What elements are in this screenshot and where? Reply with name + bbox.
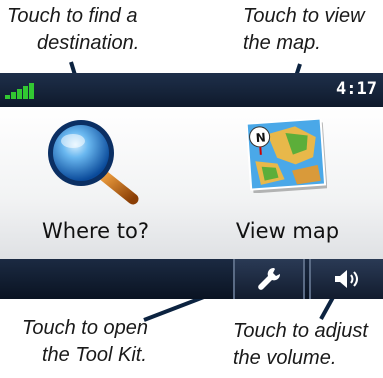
callout-tool-kit: Touch to open the Tool Kit. xyxy=(22,315,148,369)
svg-text:N: N xyxy=(255,130,266,145)
magnifier-icon xyxy=(48,120,139,205)
wrench-icon xyxy=(258,267,281,290)
callout-line: Touch to view xyxy=(243,5,365,27)
callout-line: Touch to find a xyxy=(7,5,138,27)
callout-volume: Touch to adjust the volume. xyxy=(233,318,368,372)
tools-button[interactable] xyxy=(233,259,305,299)
volume-button[interactable] xyxy=(309,259,383,299)
status-bar: 4:17 xyxy=(0,73,383,107)
map-icon: N xyxy=(247,119,327,193)
view-map-label: View map xyxy=(235,219,340,243)
clock[interactable]: 4:17 xyxy=(336,79,377,99)
callout-line: the volume. xyxy=(233,347,337,369)
where-to-button[interactable]: Where to? xyxy=(0,107,191,259)
callout-find-destination: Touch to find a destination. xyxy=(7,3,139,57)
callout-line: the Tool Kit. xyxy=(42,344,147,366)
speaker-icon xyxy=(335,270,358,288)
gps-device-screen: 4:17 Where to? N View map xyxy=(0,73,383,299)
view-map-button[interactable]: N View map xyxy=(192,107,383,259)
callout-line: destination. xyxy=(37,32,140,54)
callout-line: the map. xyxy=(243,32,321,54)
callout-view-map: Touch to view the map. xyxy=(243,3,365,57)
satellite-signal-icon[interactable] xyxy=(5,81,39,99)
where-to-label: Where to? xyxy=(42,219,149,243)
callout-line: Touch to adjust xyxy=(233,320,368,342)
main-menu: Where to? N View map xyxy=(0,107,383,259)
callout-line: Touch to open xyxy=(22,317,149,339)
bottom-toolbar xyxy=(0,259,383,299)
